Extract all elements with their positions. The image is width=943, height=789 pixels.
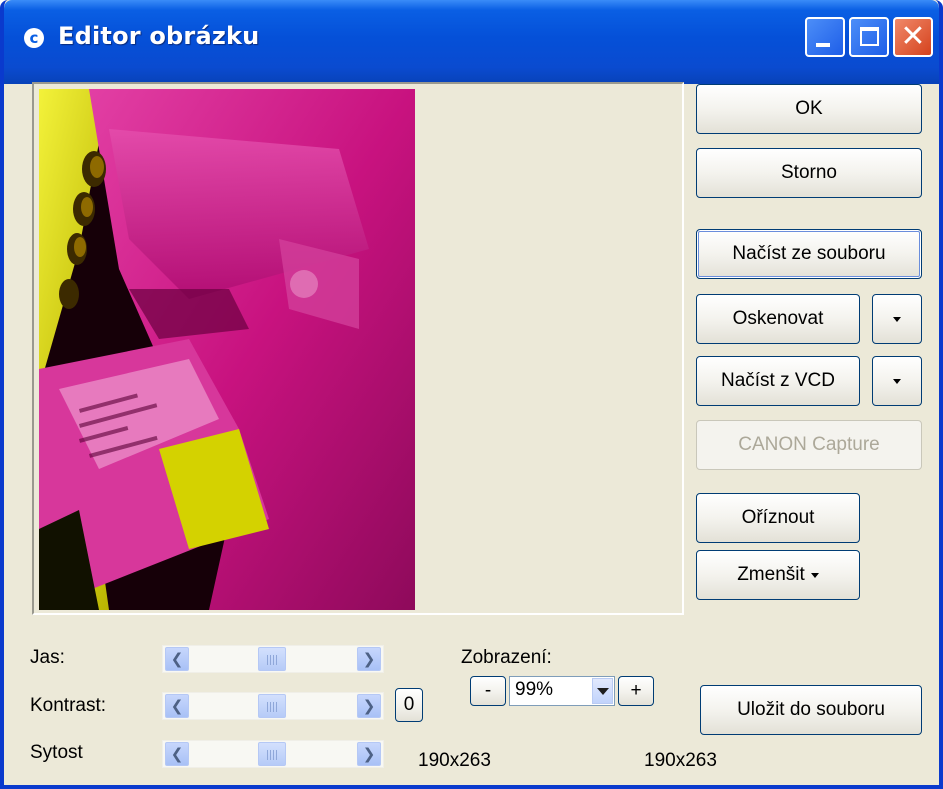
contrast-label: Kontrast: [30,695,107,716]
scroll-right-icon[interactable]: ❯ [357,647,381,671]
saturation-slider[interactable]: ❮ ❯ [162,740,384,768]
minimize-icon [816,43,830,47]
preview-image [39,89,415,610]
scroll-left-icon[interactable]: ❮ [165,694,189,718]
shrink-button[interactable]: Zmenšit [696,550,860,600]
close-icon: ✕ [900,19,926,54]
brightness-slider-thumb[interactable] [258,647,286,671]
chevron-down-icon [893,378,901,384]
zoom-select[interactable]: 99% [509,676,615,706]
contrast-slider-thumb[interactable] [258,694,286,718]
title-bar[interactable]: c Editor obrázku ✕ [4,0,939,84]
crop-button[interactable]: Oříznout [696,493,860,543]
image-preview-area [32,82,684,615]
saturation-label: Sytost [30,742,83,763]
app-icon: c [24,28,44,48]
scroll-left-icon[interactable]: ❮ [165,647,189,671]
zoom-in-button[interactable]: + [618,676,654,706]
brightness-label: Jas: [30,647,65,668]
chevron-down-icon [893,316,901,322]
maximize-button[interactable] [849,17,889,57]
current-size-text: 190x263 [644,750,717,771]
brightness-slider[interactable]: ❮ ❯ [162,645,384,673]
scan-options-dropdown[interactable] [872,294,922,344]
contrast-slider[interactable]: ❮ ❯ [162,692,384,720]
original-size-text: 190x263 [418,750,491,771]
printer-photo-image [39,89,415,610]
close-button[interactable]: ✕ [893,17,933,57]
zoom-dropdown-button[interactable] [592,678,613,704]
vcd-options-dropdown[interactable] [872,356,922,406]
saturation-slider-thumb[interactable] [258,742,286,766]
scroll-left-icon[interactable]: ❮ [165,742,189,766]
zoom-out-button[interactable]: - [470,676,506,706]
maximize-icon [860,27,879,46]
save-to-file-button[interactable]: Uložit do souboru [700,685,922,735]
scan-button[interactable]: Oskenovat [696,294,860,344]
cancel-button[interactable]: Storno [696,148,922,198]
chevron-down-icon [810,572,819,578]
shrink-button-label: Zmenšit [737,564,805,585]
canon-capture-button[interactable]: CANON Capture [696,420,922,470]
load-from-vcd-button[interactable]: Načíst z VCD [696,356,860,406]
load-from-file-button[interactable]: Načíst ze souboru [696,229,922,279]
chevron-down-icon [596,687,609,695]
ok-button[interactable]: OK [696,84,922,134]
zoom-value: 99% [515,679,554,700]
scroll-right-icon[interactable]: ❯ [357,742,381,766]
scroll-right-icon[interactable]: ❯ [357,694,381,718]
window-title: Editor obrázku [58,22,260,50]
zoom-label: Zobrazení: [461,647,552,668]
minimize-button[interactable] [805,17,845,57]
image-editor-dialog: c Editor obrázku ✕ OK Storno Načíst ze s… [0,0,943,789]
contrast-reset-button[interactable]: 0 [395,688,423,722]
